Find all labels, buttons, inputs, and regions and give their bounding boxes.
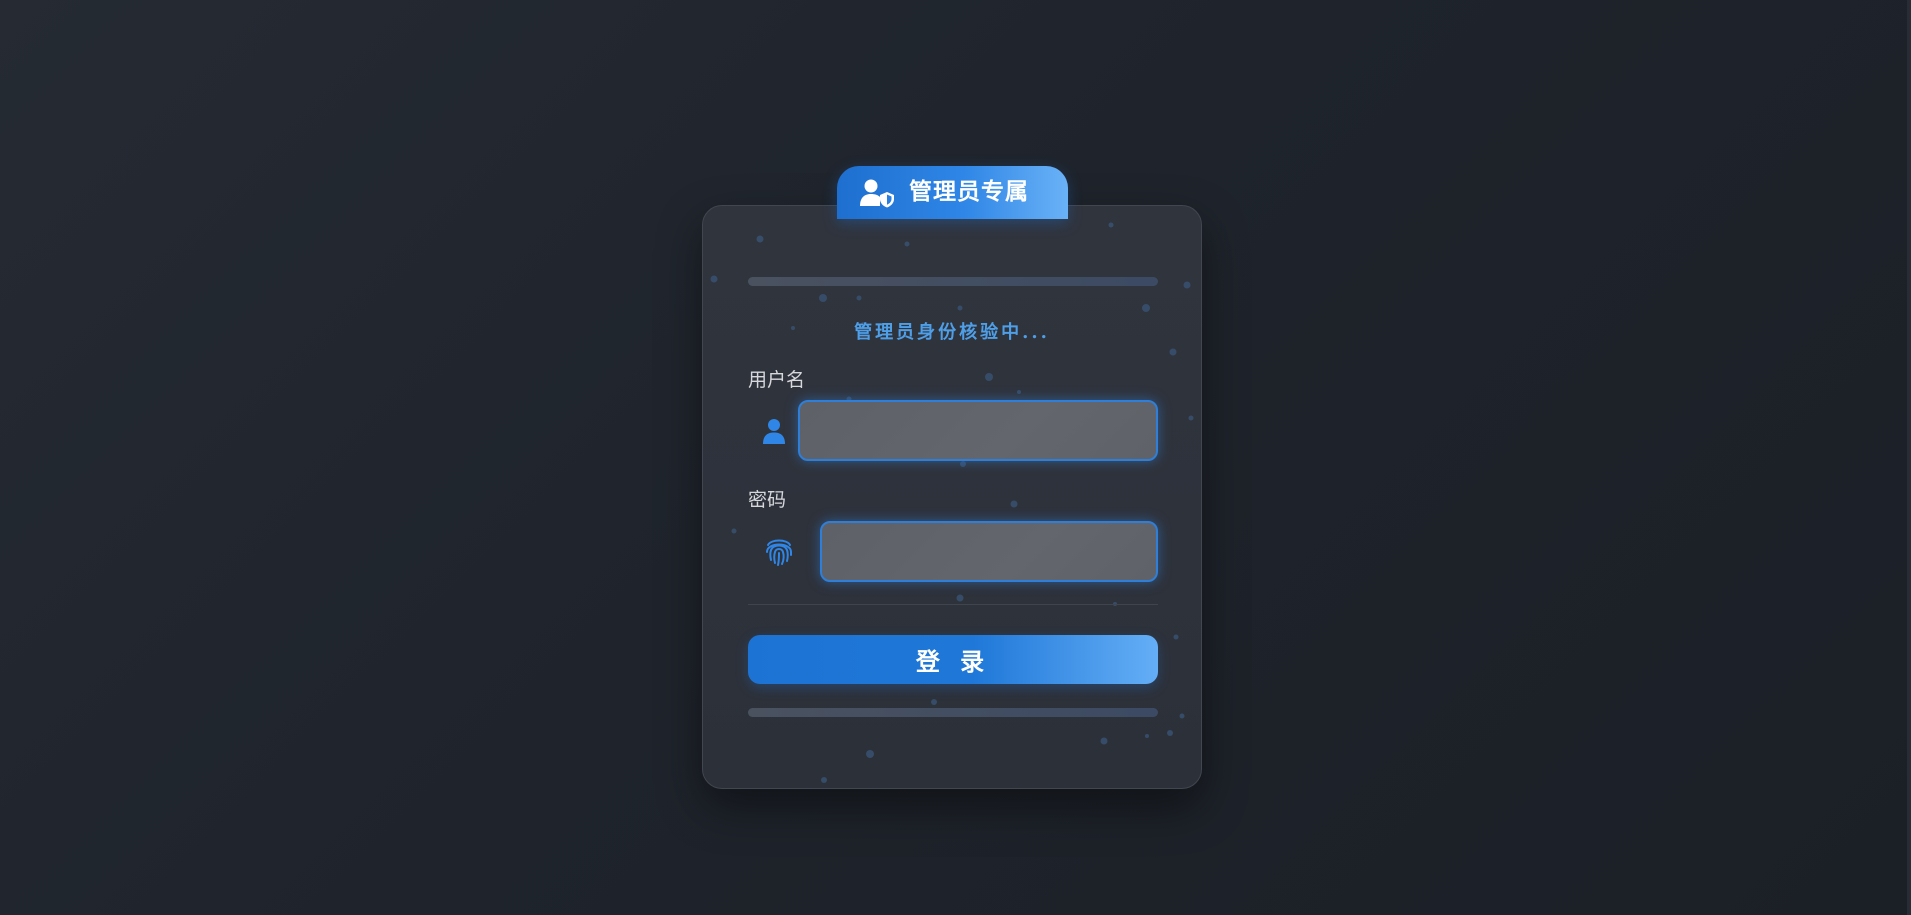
- admin-header-tab: 管理员专属: [837, 166, 1068, 219]
- username-input[interactable]: [798, 400, 1158, 461]
- verification-status-text: 管理员身份核验中...: [854, 322, 1050, 343]
- window-edge: [1907, 0, 1911, 915]
- password-label: 密码: [748, 489, 787, 511]
- form-divider: [748, 604, 1158, 605]
- bottom-progress-bar: [748, 708, 1158, 717]
- login-button[interactable]: 登 录: [748, 635, 1158, 684]
- username-label: 用户名: [748, 369, 806, 391]
- password-input[interactable]: [820, 521, 1158, 582]
- user-shield-icon: [860, 179, 894, 208]
- top-progress-bar: [748, 277, 1158, 286]
- admin-header-title: 管理员专属: [909, 179, 1029, 205]
- login-card: 管理员身份核验中... 用户名 密码 登 录: [702, 205, 1202, 789]
- fingerprint-icon: [766, 539, 792, 566]
- user-icon: [763, 419, 785, 444]
